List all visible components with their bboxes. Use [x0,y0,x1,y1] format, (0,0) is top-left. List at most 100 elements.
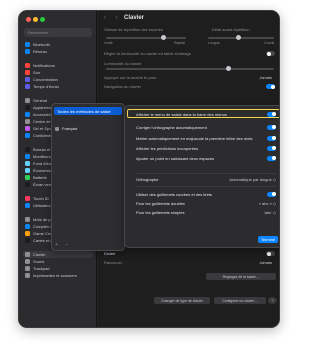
toggle-knob [271,125,276,129]
help-button[interactable]: ? [268,297,277,304]
single-quotes-row: Pour les guillemets simples 'abc' ◇ [136,208,276,216]
settings-pane-icon [25,231,30,236]
key-repeat-knob[interactable] [161,35,166,40]
sidebar-item[interactable]: Concentration [23,76,93,83]
delay-slider[interactable] [208,35,274,40]
double-quotes-row: Pour les guillemets doubles « abc » ◇ [136,199,276,207]
dialog-toggle-row: Ajouter un point en saisissant deux espa… [136,154,276,162]
input-sources-sheet: Toutes les méthodes de saisie Français +… [51,103,125,251]
toggle-knob [271,136,276,140]
sidebar-item-label: Temps d'écran [33,84,59,89]
toggle-row-label: Corriger l'orthographe automatiquement [136,124,207,130]
sidebar-item-label: Souris [33,259,45,264]
toggle-knob [271,192,276,196]
settings-pane-icon [25,203,30,208]
settings-pane-icon [25,133,30,138]
settings-pane-icon [25,105,30,110]
sidebar-item[interactable]: Trackpad [23,265,93,272]
settings-window: Rechercher Bluetooth Réseau Notifications S… [18,10,280,328]
settings-pane-icon [25,217,30,222]
double-quotes-select[interactable]: « abc » ◇ [259,201,276,206]
settings-pane-icon [25,147,30,152]
settings-pane-icon [25,161,30,166]
dialog-toggle-row: Mettre automatiquement en majuscule la p… [136,134,276,142]
single-quotes-label: Pour les guillemets simples [136,209,185,215]
sidebar-item-label: Moniteurs [33,154,51,159]
sidebar-item[interactable]: Temps d'écran [23,83,93,90]
toggle-row-label: Mettre automatiquement en majuscule la p… [136,135,253,141]
sidebar-item[interactable]: Imprimantes et scanners [23,272,93,279]
toggle-row-label: Afficher le menu de saisie dans la barre… [136,111,227,117]
close-window-button[interactable] [26,17,31,22]
sidebar-item[interactable]: Son [23,69,93,76]
settings-pane-icon [25,182,30,187]
slider-scale-labels: Lente Rapide Longue Courte [104,41,276,45]
toggle-switch[interactable] [267,155,276,161]
zoom-window-button[interactable] [40,17,45,22]
key-repeat-label: Vitesse de répétition des touches Délai … [104,27,276,32]
backlight-slider[interactable] [106,66,274,71]
settings-pane-icon [25,168,30,173]
done-button[interactable]: Terminé [258,236,278,243]
divider [136,186,276,187]
add-remove-controls[interactable]: + − [55,242,71,248]
sidebar-item[interactable]: Bluetooth [23,41,93,48]
settings-pane-icon [25,238,30,243]
language-label: Français [62,126,78,131]
sidebar-item-label: Général [33,98,48,103]
fn-value[interactable]: Jamais [259,75,272,80]
toggle-switch[interactable] [267,111,276,117]
nav-toggle[interactable] [266,84,275,89]
back-forward-icon[interactable]: ‹ › [104,15,122,21]
backlight-label: Luminosité du clavier [104,61,142,66]
toggle-row-label: Afficher les prédictions incorporées [136,145,199,151]
toggle-switch[interactable] [267,145,276,151]
toggle-switch[interactable] [267,135,276,141]
spelling-row: Orthographe Automatique par langue ◇ [136,175,276,183]
toggle-switch[interactable] [267,124,276,130]
nav-label: Navigation au clavier [104,84,142,89]
short-label: Courte [264,41,275,45]
backlight-row: Luminosité du clavier [104,61,276,66]
shortcut-value[interactable]: Jamais [259,260,272,265]
delay-knob[interactable] [236,35,241,40]
dictation-toggle[interactable] [266,251,275,256]
all-input-methods-item[interactable]: Toutes les méthodes de saisie [54,107,122,115]
settings-pane-icon [25,196,30,201]
settings-pane-icon [25,119,30,124]
settings-pane-icon [25,42,30,47]
settings-pane-icon [25,266,30,271]
input-sources-dialog: Afficher le menu de saisie dans la barre… [124,105,279,248]
delay-text: Délai avant répétition [212,27,250,32]
nav-row: Navigation au clavier [104,84,276,89]
settings-pane-icon [25,63,30,68]
settings-pane-icon [25,273,30,278]
key-repeat-slider[interactable] [106,35,186,40]
toggle-row-label: Ajouter un point en saisissant deux espa… [136,155,215,161]
input-settings-button[interactable]: Réglages de la saisie… [206,273,276,280]
change-keyboard-type-button[interactable]: Changer de type de clavier [154,297,210,304]
sidebar-item[interactable]: Clavier [23,251,93,258]
dialog-toggle-row: Corriger l'orthographe automatiquement [136,123,276,131]
minimize-window-button[interactable] [33,17,38,22]
settings-pane-icon [25,224,30,229]
sidebar-item[interactable]: Notifications [23,62,93,69]
backlight-knob[interactable] [226,66,231,71]
language-item-french[interactable]: Français [55,126,77,131]
fn-label: Appuyer sur la touche fn pour [104,75,157,80]
sidebar-item-label: Imprimantes et scanners [33,273,77,278]
smart-quotes-toggle[interactable] [267,191,276,197]
sidebar-item-label: Son [33,70,41,75]
single-quotes-select[interactable]: 'abc' ◇ [264,210,276,215]
sidebar-search-input[interactable]: Rechercher [24,28,92,37]
brightness-toggle[interactable] [266,51,275,56]
toggle-knob [271,156,276,160]
spelling-select[interactable]: Automatique par langue ◇ [229,177,276,182]
sidebar-item-label: Batterie [33,175,47,180]
dictation-label: Dictée [104,251,116,256]
settings-pane-icon [25,126,30,131]
sidebar-item[interactable]: Souris [23,258,93,265]
sidebar-item-label: Réseau [33,49,47,54]
sidebar-item[interactable]: Réseau [23,48,93,55]
setup-keyboard-button[interactable]: Configurer un clavier… [214,297,266,304]
